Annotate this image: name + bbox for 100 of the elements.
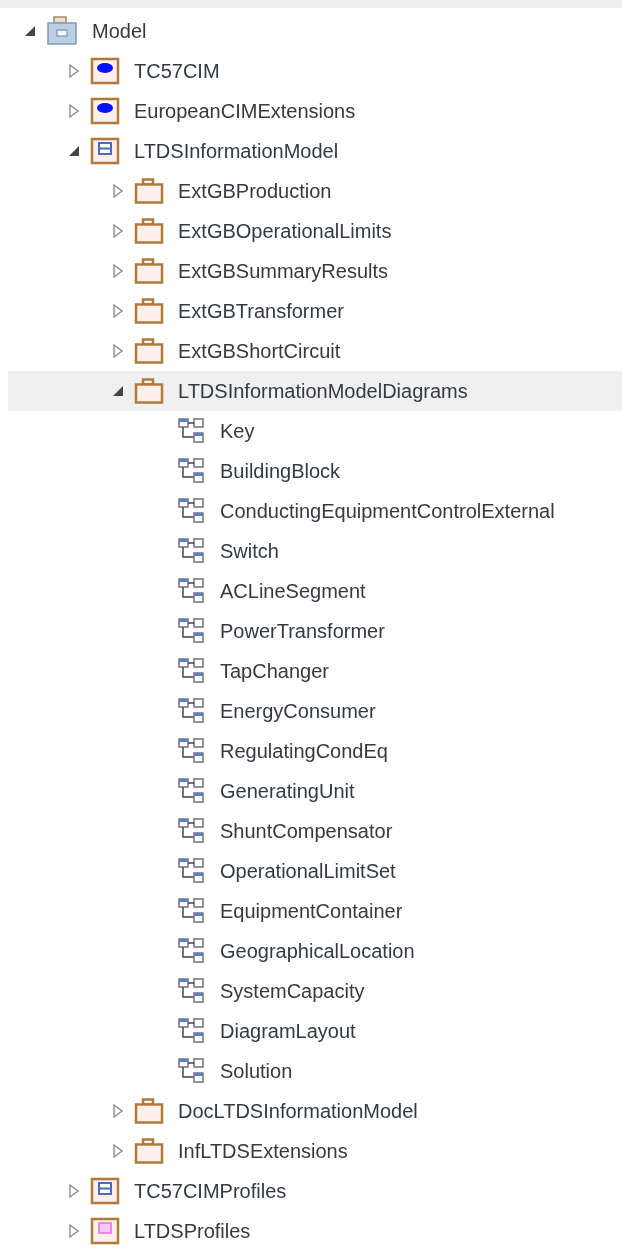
folder-icon (134, 1098, 164, 1124)
diagram-icon (178, 778, 206, 804)
diagram-icon (178, 658, 206, 684)
model-package-icon (46, 16, 78, 46)
package-icon (90, 97, 120, 125)
expand-arrow-icon[interactable] (112, 303, 124, 319)
folder-icon (134, 178, 164, 204)
expand-arrow-icon[interactable] (68, 1223, 80, 1239)
tree-item-label[interactable]: LTDSProfiles (134, 1219, 251, 1243)
package-icon (90, 1177, 120, 1205)
tree-item-label[interactable]: ExtGBOperationalLimits (178, 219, 392, 243)
tree-item-label[interactable]: Key (220, 419, 255, 443)
tree-item-label[interactable]: InfLTDSExtensions (178, 1139, 348, 1163)
tree-item-label[interactable]: LTDSInformationModel (134, 139, 339, 163)
expand-arrow-icon[interactable] (68, 1183, 80, 1199)
tree-item-label[interactable]: TC57CIMProfiles (134, 1179, 287, 1203)
diagram-icon (178, 978, 206, 1004)
tree-row[interactable]: TC57CIMProfiles (8, 1171, 622, 1211)
tree-item-label[interactable]: BuildingBlock (220, 459, 341, 483)
tree-item-label[interactable]: LTDSInformationModelDiagrams (178, 379, 468, 403)
tree-row[interactable]: ShuntCompensator (8, 811, 622, 851)
folder-icon (134, 258, 164, 284)
expand-arrow-icon[interactable] (112, 263, 124, 279)
diagram-icon (178, 938, 206, 964)
tree-item-label[interactable]: ExtGBProduction (178, 179, 332, 203)
collapse-arrow-icon[interactable] (23, 24, 37, 38)
diagram-icon (178, 1058, 206, 1084)
tree-item-label[interactable]: ShuntCompensator (220, 819, 393, 843)
diagram-icon (178, 858, 206, 884)
tree-item-label[interactable]: EquipmentContainer (220, 899, 403, 923)
tree-item-label[interactable]: GeographicalLocation (220, 939, 415, 963)
package-icon (90, 137, 120, 165)
tree-row[interactable]: Switch (8, 531, 622, 571)
tree-item-label[interactable]: PowerTransformer (220, 619, 385, 643)
tree-row[interactable]: RegulatingCondEq (8, 731, 622, 771)
tree-row[interactable]: Key (8, 411, 622, 451)
tree-item-label[interactable]: OperationalLimitSet (220, 859, 396, 883)
diagram-icon (178, 818, 206, 844)
tree-row[interactable]: PowerTransformer (8, 611, 622, 651)
tree-item-label[interactable]: DiagramLayout (220, 1019, 356, 1043)
tree-item-label[interactable]: GeneratingUnit (220, 779, 355, 803)
diagram-icon (178, 498, 206, 524)
expand-arrow-icon[interactable] (68, 103, 80, 119)
diagram-icon (178, 578, 206, 604)
diagram-icon (178, 458, 206, 484)
tree-row[interactable]: TC57CIM (8, 51, 622, 91)
tree-item-label[interactable]: EnergyConsumer (220, 699, 376, 723)
tree-row[interactable]: InfLTDSExtensions (8, 1131, 622, 1171)
tree-row[interactable]: GeographicalLocation (8, 931, 622, 971)
diagram-icon (178, 1018, 206, 1044)
tree-row[interactable]: EquipmentContainer (8, 891, 622, 931)
tree-item-label[interactable]: EuropeanCIMExtensions (134, 99, 356, 123)
tree-item-label[interactable]: ExtGBTransformer (178, 299, 344, 323)
folder-icon (134, 298, 164, 324)
tree-row[interactable]: ExtGBShortCircuit (8, 331, 622, 371)
expand-arrow-icon[interactable] (112, 223, 124, 239)
tree-row[interactable]: ExtGBOperationalLimits (8, 211, 622, 251)
folder-icon (134, 338, 164, 364)
tree-item-label[interactable]: ExtGBSummaryResults (178, 259, 389, 283)
tree-row[interactable]: SystemCapacity (8, 971, 622, 1011)
tree-row[interactable]: DiagramLayout (8, 1011, 622, 1051)
tree-row[interactable]: LTDSInformationModelDiagrams (8, 371, 622, 411)
diagram-icon (178, 698, 206, 724)
tree-item-label[interactable]: SystemCapacity (220, 979, 365, 1003)
expand-arrow-icon[interactable] (112, 183, 124, 199)
tree-row[interactable]: TapChanger (8, 651, 622, 691)
tree-item-label[interactable]: ConductingEquipmentControlExternal (220, 499, 555, 523)
tree-row[interactable]: EnergyConsumer (8, 691, 622, 731)
tree-row[interactable]: OperationalLimitSet (8, 851, 622, 891)
tree-item-label[interactable]: ACLineSegment (220, 579, 366, 603)
collapse-arrow-icon[interactable] (111, 384, 125, 398)
tree-row[interactable]: Model (8, 11, 622, 51)
tree-item-label[interactable]: TapChanger (220, 659, 329, 683)
expand-arrow-icon[interactable] (112, 343, 124, 359)
tree-row[interactable]: LTDSProfiles (8, 1211, 622, 1251)
tree-row[interactable]: ExtGBProduction (8, 171, 622, 211)
tree-row[interactable]: BuildingBlock (8, 451, 622, 491)
tree-item-label[interactable]: Model (92, 19, 147, 43)
expand-arrow-icon[interactable] (68, 63, 80, 79)
tree-item-label[interactable]: ExtGBShortCircuit (178, 339, 341, 363)
expand-arrow-icon[interactable] (112, 1103, 124, 1119)
tree-item-label[interactable]: TC57CIM (134, 59, 220, 83)
folder-icon (134, 1138, 164, 1164)
tree-item-label[interactable]: Solution (220, 1059, 293, 1083)
collapse-arrow-icon[interactable] (67, 144, 81, 158)
tree-item-label[interactable]: RegulatingCondEq (220, 739, 388, 763)
tree-row[interactable]: GeneratingUnit (8, 771, 622, 811)
tree-row[interactable]: Solution (8, 1051, 622, 1091)
tree-row[interactable]: LTDSInformationModel (8, 131, 622, 171)
tree-row[interactable]: ExtGBSummaryResults (8, 251, 622, 291)
tree-row[interactable]: EuropeanCIMExtensions (8, 91, 622, 131)
diagram-icon (178, 538, 206, 564)
tree-row[interactable]: ConductingEquipmentControlExternal (8, 491, 622, 531)
tree-item-label[interactable]: DocLTDSInformationModel (178, 1099, 418, 1123)
tree-row[interactable]: ACLineSegment (8, 571, 622, 611)
tree-row[interactable]: ExtGBTransformer (8, 291, 622, 331)
tree-item-label[interactable]: Switch (220, 539, 279, 563)
expand-arrow-icon[interactable] (112, 1143, 124, 1159)
tree-row[interactable]: DocLTDSInformationModel (8, 1091, 622, 1131)
diagram-icon (178, 738, 206, 764)
